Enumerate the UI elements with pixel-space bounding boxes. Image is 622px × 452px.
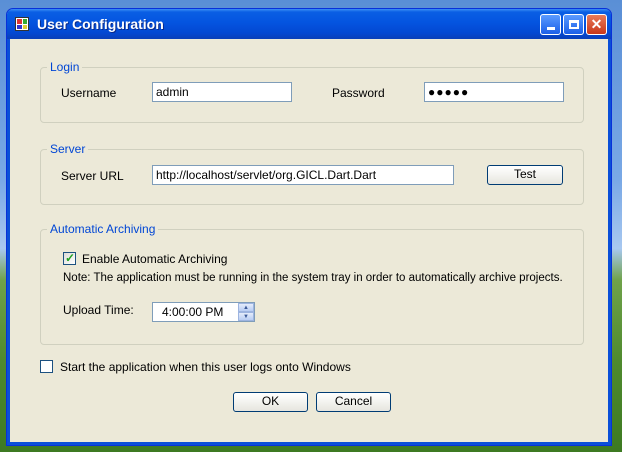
upload-time-spinner[interactable]: ▲ ▼ xyxy=(238,303,254,321)
server-url-input[interactable]: http://localhost/servlet/org.GICL.Dart.D… xyxy=(152,165,454,185)
password-input[interactable]: ●●●●● xyxy=(424,82,564,102)
maximize-icon xyxy=(568,20,579,29)
app-icon xyxy=(15,17,29,31)
user-configuration-window: User Configuration ✕ Login Username admi… xyxy=(6,8,612,446)
server-group: Server Server URL http://localhost/servl… xyxy=(40,142,584,205)
login-legend: Login xyxy=(47,60,83,74)
ok-button[interactable]: OK xyxy=(233,392,308,412)
spin-down-icon[interactable]: ▼ xyxy=(238,312,254,321)
cancel-button[interactable]: Cancel xyxy=(316,392,391,412)
window-title: User Configuration xyxy=(37,16,164,32)
startup-checkbox[interactable] xyxy=(40,360,53,373)
minimize-icon xyxy=(546,27,555,30)
username-input[interactable]: admin xyxy=(152,82,292,102)
password-label: Password xyxy=(332,86,385,100)
close-button[interactable]: ✕ xyxy=(586,14,607,35)
login-group: Login Username admin Password ●●●●● xyxy=(40,60,584,123)
archiving-legend: Automatic Archiving xyxy=(47,222,159,236)
archiving-group: Automatic Archiving ✓ Enable Automatic A… xyxy=(40,222,584,345)
enable-archiving-checkbox[interactable]: ✓ xyxy=(63,251,76,265)
startup-label[interactable]: Start the application when this user log… xyxy=(60,360,351,374)
test-button[interactable]: Test xyxy=(487,165,563,185)
spin-up-icon[interactable]: ▲ xyxy=(238,303,254,312)
close-icon: ✕ xyxy=(590,16,603,32)
checkmark-icon: ✓ xyxy=(65,251,76,265)
minimize-button[interactable] xyxy=(540,14,561,35)
server-url-label: Server URL xyxy=(61,169,124,183)
archiving-note: Note: The application must be running in… xyxy=(63,272,563,284)
maximize-button[interactable] xyxy=(563,14,584,35)
username-label: Username xyxy=(61,86,117,100)
enable-archiving-label[interactable]: Enable Automatic Archiving xyxy=(82,252,227,266)
server-legend: Server xyxy=(47,142,89,156)
title-bar[interactable]: User Configuration ✕ xyxy=(7,9,611,39)
upload-time-label: Upload Time: xyxy=(63,303,134,317)
